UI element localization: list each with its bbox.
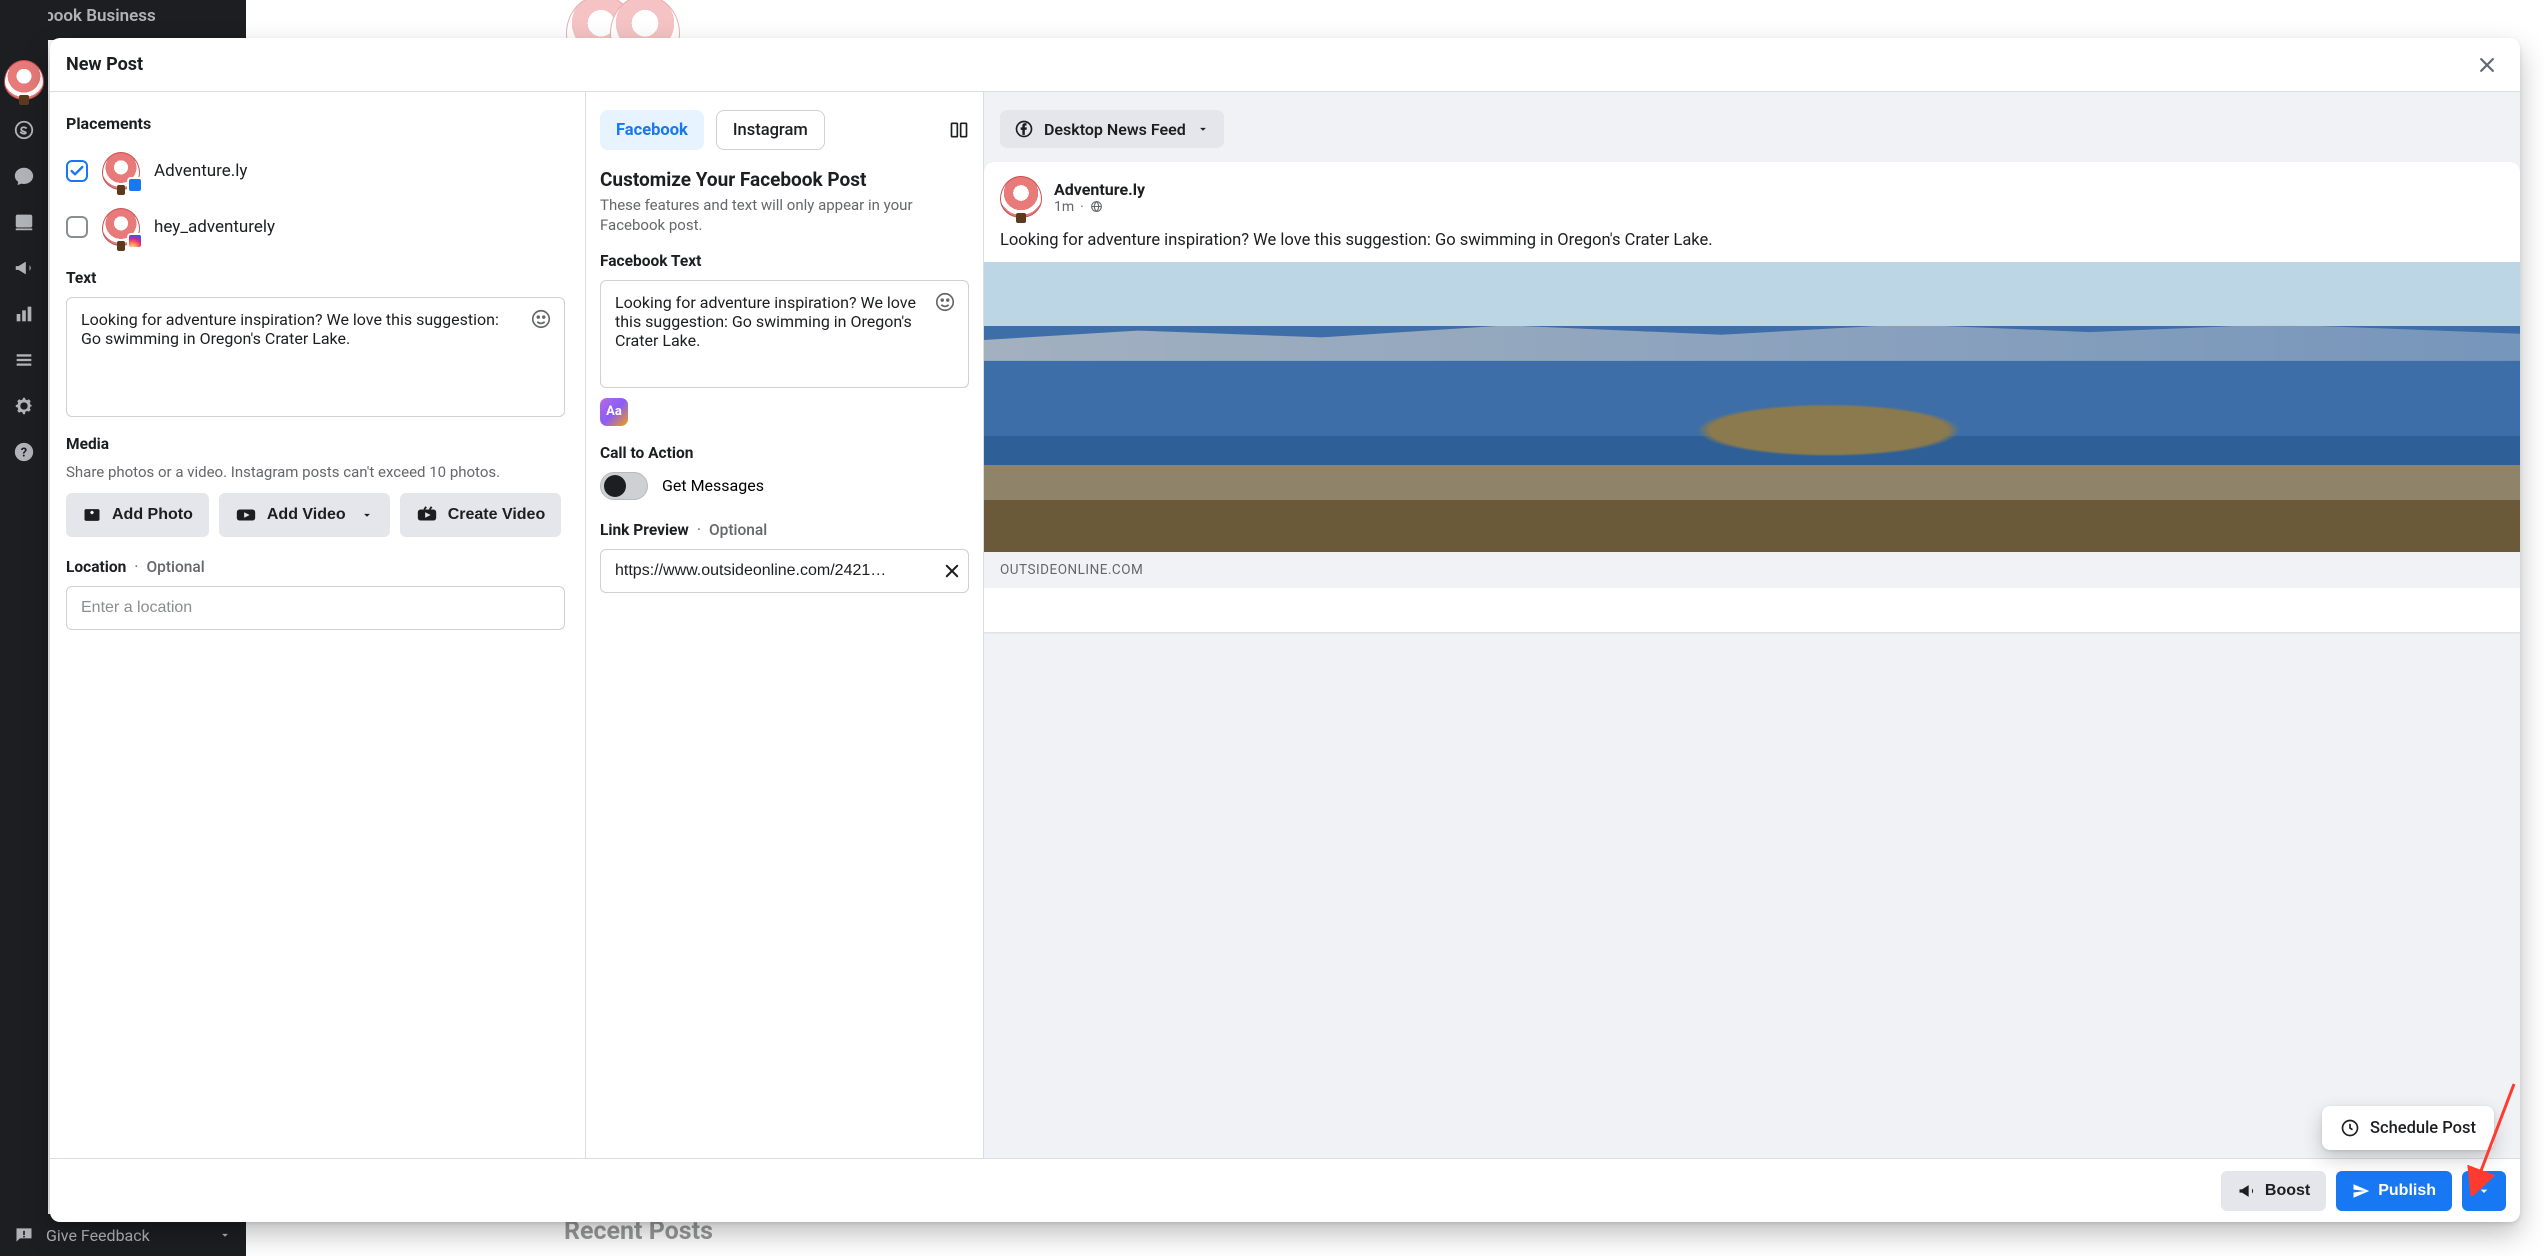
placement-name-instagram: hey_adventurely xyxy=(154,217,275,237)
fb-text-label: Facebook Text xyxy=(600,252,969,270)
close-icon xyxy=(2477,55,2497,75)
workspace-avatar xyxy=(4,60,44,100)
preview-page-name: Adventure.ly xyxy=(1054,180,1145,199)
globe-icon xyxy=(1090,200,1103,213)
cta-label: Call to Action xyxy=(600,444,969,462)
megaphone-icon xyxy=(2237,1181,2257,1201)
add-video-button[interactable]: Add Video xyxy=(219,493,390,537)
add-video-label: Add Video xyxy=(267,506,346,524)
svg-text:?: ? xyxy=(21,446,27,461)
facebook-badge-icon xyxy=(127,177,143,193)
emoji-picker-button[interactable] xyxy=(530,308,552,330)
location-label: Location xyxy=(66,558,126,576)
nav-help-icon[interactable]: ? xyxy=(12,440,36,464)
location-input[interactable] xyxy=(66,586,565,630)
instagram-badge-icon xyxy=(127,233,143,249)
placements-heading: Placements xyxy=(66,114,565,133)
text-label: Text xyxy=(66,269,565,287)
publish-button[interactable]: Publish xyxy=(2336,1171,2452,1211)
nav-messages-icon[interactable] xyxy=(12,164,36,188)
create-video-icon xyxy=(416,504,438,526)
chevron-down-icon xyxy=(1196,122,1210,136)
text-style-button[interactable]: Aa xyxy=(600,398,628,426)
publish-label: Publish xyxy=(2378,1182,2436,1200)
placement-checkbox-facebook[interactable] xyxy=(66,160,88,182)
photo-plus-icon xyxy=(82,505,102,525)
preview-device-selector[interactable]: Desktop News Feed xyxy=(1000,110,1224,148)
placement-row-instagram[interactable]: hey_adventurely xyxy=(66,203,565,251)
facebook-circle-icon xyxy=(1014,119,1034,139)
chevron-down-icon xyxy=(360,508,374,522)
nav-megaphone-icon[interactable] xyxy=(12,256,36,280)
clear-link-button[interactable] xyxy=(943,562,961,580)
compose-pane: Placements Adventure.ly hey_adventurely xyxy=(50,92,586,1158)
cta-toggle[interactable] xyxy=(600,472,648,500)
add-photo-label: Add Photo xyxy=(112,506,193,524)
tab-instagram[interactable]: Instagram xyxy=(716,110,825,150)
create-video-button[interactable]: Create Video xyxy=(400,493,562,537)
add-photo-button[interactable]: Add Photo xyxy=(66,493,209,537)
placement-row-facebook[interactable]: Adventure.ly xyxy=(66,147,565,195)
nav-whatsapp-icon[interactable] xyxy=(12,118,36,142)
fb-text-value: Looking for adventure inspiration? We lo… xyxy=(615,293,916,350)
modal-header: New Post xyxy=(50,38,2520,92)
cta-option-label: Get Messages xyxy=(662,476,764,495)
preview-card: Adventure.ly 1m · Looking for adventure … xyxy=(984,162,2520,632)
new-post-modal: New Post Placements Adventure.ly xyxy=(50,38,2520,1222)
video-icon xyxy=(235,504,257,526)
publish-options-button[interactable] xyxy=(2462,1171,2506,1211)
placement-checkbox-instagram[interactable] xyxy=(66,216,88,238)
media-label: Media xyxy=(66,435,565,453)
preview-device-label: Desktop News Feed xyxy=(1044,120,1186,139)
placement-name-facebook: Adventure.ly xyxy=(154,161,247,181)
clock-icon xyxy=(2340,1118,2360,1138)
fb-text-input[interactable]: Looking for adventure inspiration? We lo… xyxy=(600,280,969,388)
separator-dot: · xyxy=(1080,199,1084,215)
boost-button[interactable]: Boost xyxy=(2221,1171,2326,1211)
separator-dot: · xyxy=(134,557,138,576)
media-hint: Share photos or a video. Instagram posts… xyxy=(66,463,565,481)
customize-heading: Customize Your Facebook Post xyxy=(600,168,969,191)
placement-avatar-facebook xyxy=(102,152,140,190)
preview-timestamp: 1m xyxy=(1054,199,1074,215)
preview-pane: Desktop News Feed Adventure.ly 1m · xyxy=(984,92,2520,1158)
customize-hint: These features and text will only appear… xyxy=(600,195,969,236)
schedule-post-label: Schedule Post xyxy=(2370,1119,2476,1138)
preview-avatar xyxy=(1000,176,1042,218)
left-nav-rail: ? xyxy=(0,0,48,1256)
nav-settings-icon[interactable] xyxy=(12,394,36,418)
preview-body-text: Looking for adventure inspiration? We lo… xyxy=(984,226,2520,262)
modal-footer: Boost Publish xyxy=(50,1158,2520,1222)
nav-posts-icon[interactable] xyxy=(12,210,36,234)
create-video-label: Create Video xyxy=(448,506,546,524)
tab-facebook[interactable]: Facebook xyxy=(600,110,704,150)
send-icon xyxy=(2352,1182,2370,1200)
nav-insights-icon[interactable] xyxy=(12,302,36,326)
preview-link-domain: OUTSIDEONLINE.COM xyxy=(984,552,2520,588)
location-optional: Optional xyxy=(146,558,204,576)
separator-dot: · xyxy=(697,520,701,539)
chevron-down-icon xyxy=(2476,1183,2492,1199)
post-text-input[interactable]: Looking for adventure inspiration? We lo… xyxy=(66,297,565,417)
placement-avatar-instagram xyxy=(102,208,140,246)
customize-pane: Facebook Instagram Customize Your Facebo… xyxy=(586,92,984,1158)
close-button[interactable] xyxy=(2470,48,2504,82)
preview-link-image xyxy=(984,262,2520,552)
emoji-picker-button[interactable] xyxy=(934,291,956,313)
link-preview-input[interactable] xyxy=(600,549,969,593)
give-feedback-label: Give Feedback xyxy=(46,1226,150,1245)
boost-label: Boost xyxy=(2265,1182,2310,1200)
link-preview-label: Link Preview xyxy=(600,521,689,539)
link-optional: Optional xyxy=(709,521,767,539)
schedule-post-menu-item[interactable]: Schedule Post xyxy=(2322,1106,2494,1150)
split-view-icon xyxy=(949,120,969,140)
modal-title: New Post xyxy=(66,54,143,75)
close-icon xyxy=(943,562,961,580)
post-text-value: Looking for adventure inspiration? We lo… xyxy=(81,310,499,348)
compare-view-button[interactable] xyxy=(949,120,969,140)
nav-menu-icon[interactable] xyxy=(12,348,36,372)
